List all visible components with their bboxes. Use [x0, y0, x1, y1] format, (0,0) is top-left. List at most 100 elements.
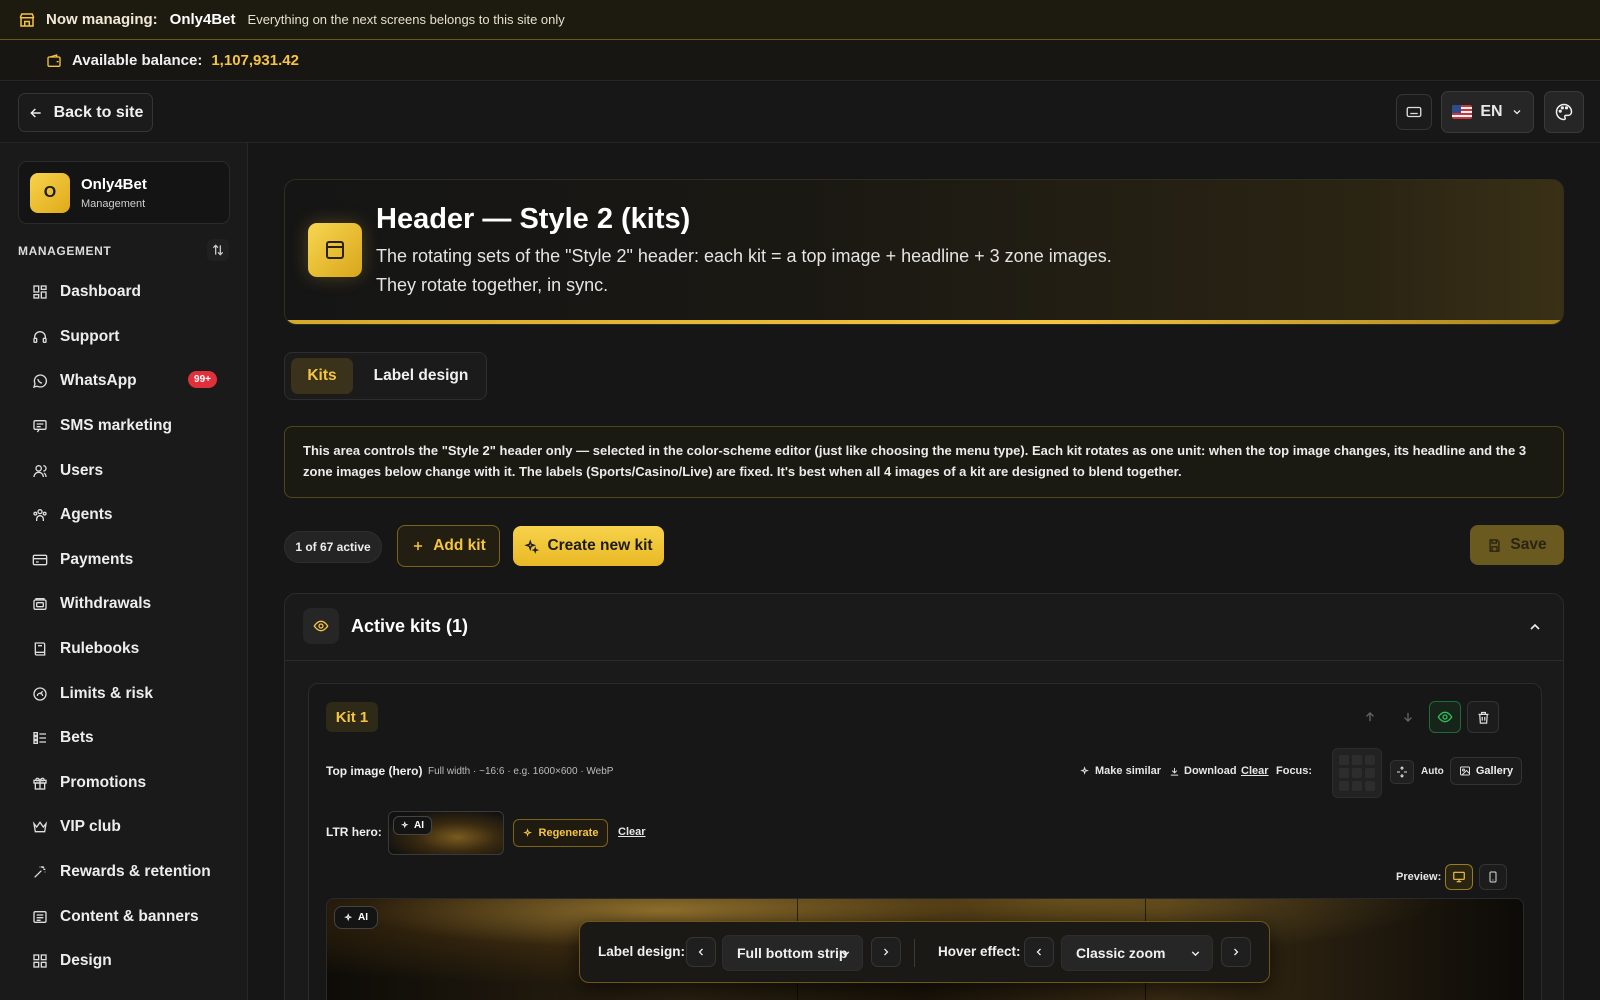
sparkle-icon	[32, 864, 48, 880]
focus-target-button[interactable]	[1390, 760, 1414, 784]
sidebar-item-content-banners[interactable]: Content & banners	[18, 894, 230, 939]
brand-card[interactable]: O Only4Bet Management	[18, 161, 230, 224]
label-design-prev-button[interactable]	[686, 937, 716, 967]
sidebar-item-label: Design	[60, 952, 112, 970]
add-kit-button[interactable]: Add kit	[397, 525, 500, 567]
agents-icon	[32, 507, 48, 523]
list-icon	[32, 730, 48, 746]
back-to-site-button[interactable]: Back to site	[18, 93, 153, 132]
sidebar-item-label: Limits & risk	[60, 684, 154, 702]
chevron-left-icon	[695, 946, 707, 958]
sidebar-item-rulebooks[interactable]: Rulebooks	[18, 627, 230, 672]
sidebar-item-label: Dashboard	[60, 283, 141, 301]
sidebar-item-label: Rulebooks	[60, 640, 140, 658]
theme-palette-button[interactable]	[1544, 91, 1584, 133]
plus-icon	[411, 539, 425, 553]
ltr-hero-thumbnail[interactable]: AI	[388, 811, 504, 855]
label-design-value: Full bottom strip	[737, 945, 848, 961]
ai-badge: AI	[393, 816, 432, 835]
content-icon	[32, 909, 48, 925]
clear-top-image-link[interactable]: Clear	[1241, 765, 1269, 777]
chevron-down-icon	[1511, 106, 1523, 118]
kit-label: Kit 1	[326, 702, 378, 732]
move-up-button[interactable]	[1355, 702, 1385, 732]
auto-focus-label[interactable]: Auto	[1421, 766, 1444, 777]
sidebar-item-promotions[interactable]: Promotions	[18, 761, 230, 806]
keyboard-icon	[1405, 103, 1423, 121]
create-new-kit-button[interactable]: Create new kit	[513, 526, 664, 566]
balance-label: Available balance:	[72, 52, 203, 69]
clear-ltr-link[interactable]: Clear	[618, 826, 646, 838]
label-design-select[interactable]: Full bottom strip	[722, 935, 863, 971]
sparkles-icon	[401, 821, 410, 830]
language-label: EN	[1480, 103, 1503, 120]
sidebar-item-agents[interactable]: Agents	[18, 493, 230, 538]
kit-visibility-button[interactable]	[1429, 701, 1461, 733]
sidebar-item-label: VIP club	[60, 818, 121, 836]
us-flag-icon	[1452, 105, 1473, 119]
ai-badge-label: AI	[358, 912, 368, 923]
sidebar-item-design[interactable]: Design	[18, 939, 230, 984]
hover-effect-prev-button[interactable]	[1024, 937, 1054, 967]
sidebar-item-label: Withdrawals	[60, 595, 152, 613]
sidebar-item-bets[interactable]: Bets	[18, 716, 230, 761]
keyboard-shortcuts-button[interactable]	[1396, 94, 1432, 130]
message-icon	[32, 418, 48, 434]
sidebar-item-vip-club[interactable]: VIP club	[18, 805, 230, 850]
crown-icon	[32, 819, 48, 835]
top-image-label: Top image (hero)	[326, 764, 423, 778]
preview-desktop-button[interactable]	[1445, 864, 1473, 890]
smartphone-icon	[1487, 870, 1499, 884]
sidebar-item-sms-marketing[interactable]: SMS marketing	[18, 404, 230, 449]
book-icon	[32, 641, 48, 657]
sidebar-item-label: Agents	[60, 506, 113, 524]
arrow-up-icon	[1363, 710, 1377, 724]
sidebar-item-whatsapp[interactable]: WhatsApp 99+	[18, 359, 230, 404]
sparkles-icon	[522, 827, 534, 839]
sidebar-item-rewards-retention[interactable]: Rewards & retention	[18, 850, 230, 895]
tab-kits[interactable]: Kits	[291, 358, 353, 394]
download-button[interactable]: Download	[1169, 765, 1237, 777]
page-description-line: They rotate together, in sync.	[376, 275, 609, 295]
make-similar-button[interactable]: Make similar	[1080, 765, 1161, 777]
ai-badge-label: AI	[414, 820, 424, 831]
move-down-button[interactable]	[1393, 702, 1423, 732]
tab-label-design[interactable]: Label design	[363, 358, 479, 394]
save-button[interactable]: Save	[1470, 525, 1564, 565]
regenerate-button[interactable]: Regenerate	[513, 819, 608, 847]
gallery-button[interactable]: Gallery	[1450, 757, 1522, 785]
download-label: Download	[1184, 765, 1237, 777]
brand-logo: O	[30, 173, 70, 213]
sidebar-item-withdrawals[interactable]: Withdrawals	[18, 582, 230, 627]
delete-kit-button[interactable]	[1467, 701, 1499, 733]
active-kits-header[interactable]: Active kits (1)	[285, 594, 1563, 661]
reorder-button[interactable]	[207, 239, 229, 261]
toolbar-divider	[914, 939, 915, 967]
sidebar-item-label: WhatsApp	[60, 372, 137, 390]
page-title: Header — Style 2 (kits)	[376, 203, 691, 235]
unread-badge: 99+	[188, 371, 217, 389]
brand-name: Only4Bet	[81, 176, 147, 193]
language-selector[interactable]: EN	[1441, 91, 1534, 133]
balance-value: 1,107,931.42	[211, 52, 299, 69]
sidebar-item-users[interactable]: Users	[18, 448, 230, 493]
headset-icon	[32, 329, 48, 345]
sidebar-item-dashboard[interactable]: Dashboard	[18, 270, 230, 315]
preview-mobile-button[interactable]	[1479, 864, 1507, 890]
sidebar-item-payments[interactable]: Payments	[18, 538, 230, 583]
balance-bar: Available balance: 1,107,931.42	[0, 41, 1600, 81]
hover-effect-select[interactable]: Classic zoom	[1061, 935, 1213, 971]
sparkles-icon	[524, 538, 540, 554]
hover-effect-next-button[interactable]	[1221, 937, 1251, 967]
chevron-up-icon[interactable]	[1527, 619, 1543, 635]
sidebar-item-label: Users	[60, 461, 104, 479]
sidebar-item-support[interactable]: Support	[18, 315, 230, 360]
focus-grid[interactable]	[1332, 748, 1382, 798]
trash-icon	[1476, 710, 1491, 725]
label-design-next-button[interactable]	[871, 937, 901, 967]
save-label: Save	[1510, 536, 1547, 553]
page-header-card: Header — Style 2 (kits) The rotating set…	[284, 179, 1564, 325]
gauge-icon	[32, 686, 48, 702]
sidebar-item-limits-risk[interactable]: Limits & risk	[18, 671, 230, 716]
ai-badge: AI	[334, 906, 378, 929]
